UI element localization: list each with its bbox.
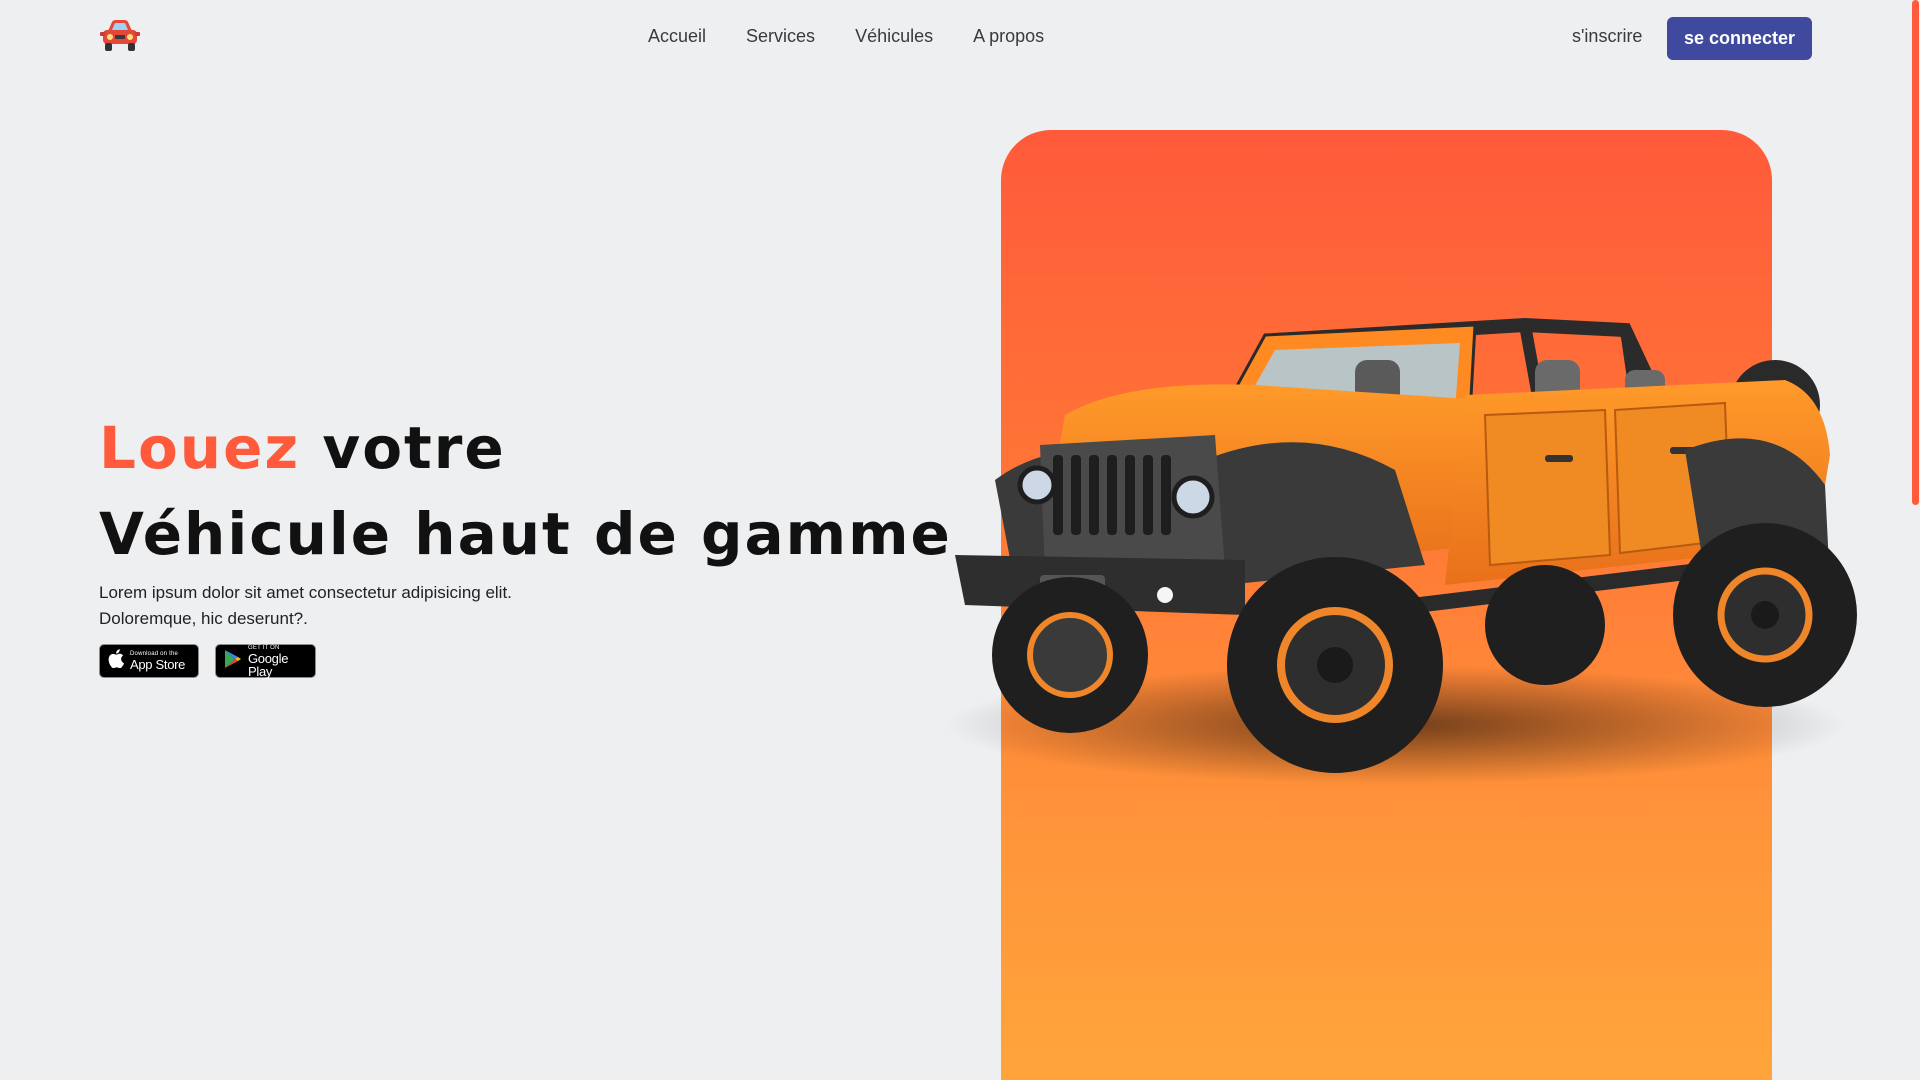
google-play-label: Google Play <box>248 650 289 679</box>
hero-description-line1: Lorem ipsum dolor sit amet consectetur a… <box>99 583 512 602</box>
app-store-text: Download on the App Store <box>130 651 185 671</box>
google-play-text: GET IT ON Google Play <box>248 645 307 678</box>
hero-title-rest: votre <box>300 414 506 482</box>
apple-icon <box>108 649 124 673</box>
hero-title-line2: Véhicule haut de gamme <box>99 500 952 568</box>
landing-page: Accueil Services Véhicules A propos s'in… <box>0 0 1920 1080</box>
hero-description-line2: Doloremque, hic deserunt?. <box>99 609 308 628</box>
main-nav: Accueil Services Véhicules A propos <box>648 26 1044 47</box>
app-store-button[interactable]: Download on the App Store <box>99 644 199 678</box>
play-icon <box>224 649 242 674</box>
google-play-small-text: GET IT ON <box>248 644 280 651</box>
app-store-label: App Store <box>130 657 186 672</box>
nav-vehicules[interactable]: Véhicules <box>855 26 933 47</box>
hero-description: Lorem ipsum dolor sit amet consectetur a… <box>99 580 569 632</box>
signup-link[interactable]: s'inscrire <box>1572 26 1642 47</box>
car-logo-icon[interactable] <box>99 17 141 53</box>
hero-title-accent: Louez <box>99 414 301 482</box>
hero-title: Louez votre Véhicule haut de gamme <box>99 405 952 577</box>
store-badges: Download on the App Store GET IT ON Goog… <box>99 644 316 678</box>
login-button[interactable]: se connecter <box>1667 17 1812 60</box>
orange-jeep-image <box>925 285 1865 805</box>
google-play-button[interactable]: GET IT ON Google Play <box>215 644 316 678</box>
nav-accueil[interactable]: Accueil <box>648 26 706 47</box>
nav-a-propos[interactable]: A propos <box>973 26 1044 47</box>
scrollbar-thumb[interactable] <box>1912 0 1919 505</box>
nav-services[interactable]: Services <box>746 26 815 47</box>
page-scrollbar[interactable] <box>1911 0 1920 1080</box>
